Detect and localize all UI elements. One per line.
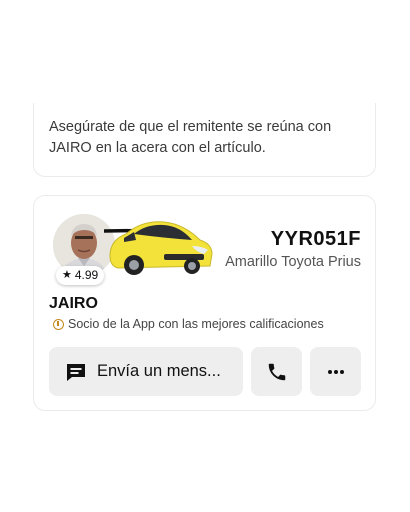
driver-rating-value: 4.99	[74, 268, 99, 282]
award-icon	[53, 318, 64, 330]
delivery-instruction-text: Asegúrate de que el remitente se reúna c…	[49, 119, 332, 156]
vehicle-description: Amarillo Toyota Prius	[225, 254, 361, 270]
more-options-button[interactable]	[310, 347, 361, 396]
send-message-button[interactable]: Envía un mens...	[49, 347, 243, 396]
phone-icon	[268, 363, 285, 380]
star-icon: ★	[62, 269, 72, 281]
license-plate: YYR051F	[270, 228, 361, 250]
delivery-instruction-card: Asegúrate de que el remitente se reúna c…	[33, 103, 376, 177]
more-icon	[327, 369, 344, 374]
message-icon	[67, 363, 85, 381]
driver-name: JAIRO	[49, 295, 98, 312]
top-rated-badge-label: Socio de la App con las mejores califica…	[68, 317, 324, 331]
top-rated-badge: Socio de la App con las mejores califica…	[53, 317, 324, 331]
call-button[interactable]	[251, 347, 302, 396]
vehicle-image	[104, 221, 213, 275]
driver-card: ★ 4.99 YYR051F Amarillo Toyota Prius JAI…	[33, 195, 376, 411]
send-message-label: Envía un mens...	[97, 362, 221, 380]
driver-rating-badge: ★ 4.99	[56, 266, 105, 285]
